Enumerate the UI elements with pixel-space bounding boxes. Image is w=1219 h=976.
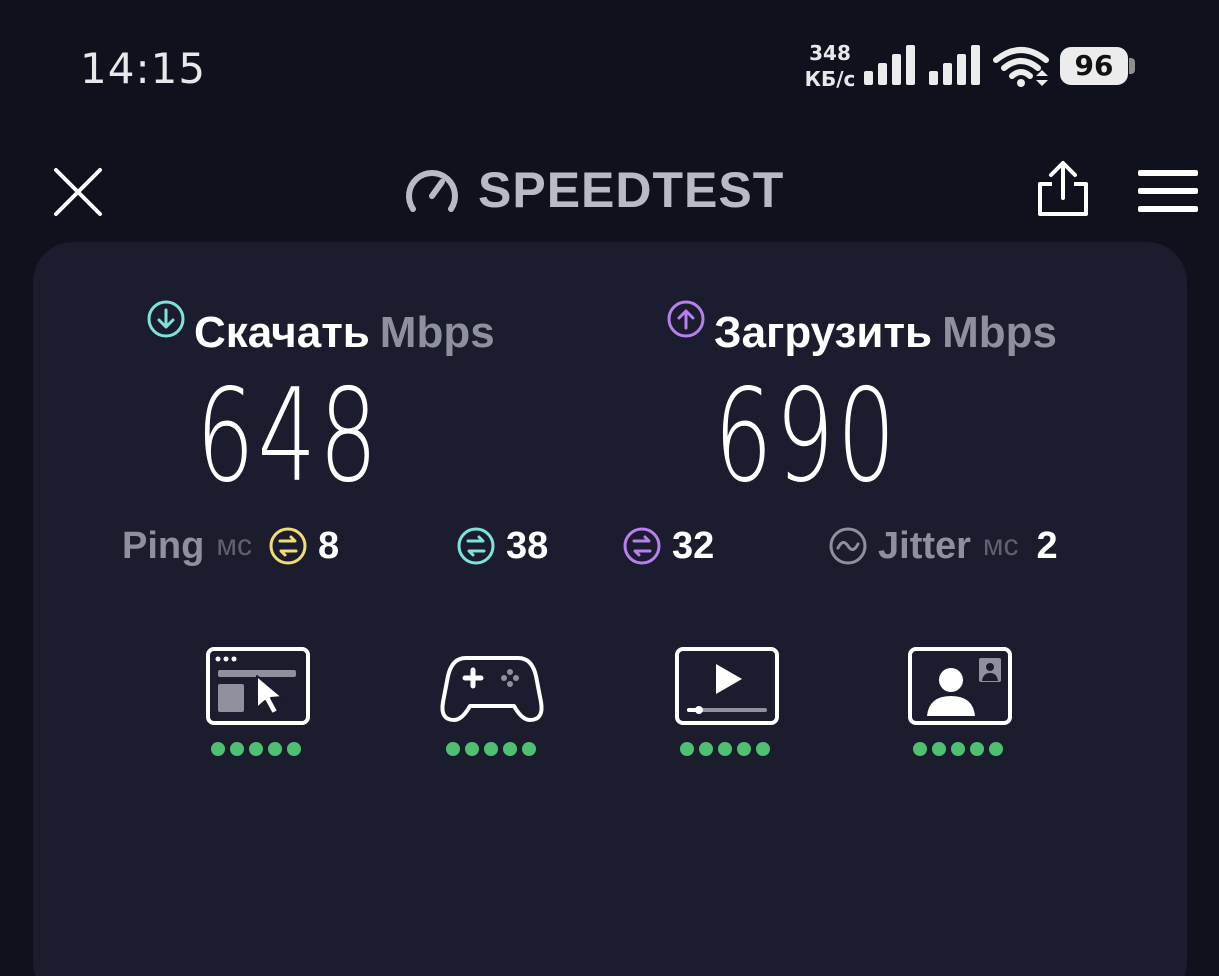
- rating-dot: [230, 742, 244, 756]
- usecase-video-call[interactable]: [907, 646, 1017, 766]
- ping-label: Ping: [122, 524, 205, 567]
- jitter: Jitter мс 2: [812, 524, 1058, 568]
- usecase-web-browsing[interactable]: [205, 646, 315, 766]
- download-unit: Mbps: [379, 308, 495, 357]
- download-label: Скачать: [194, 308, 370, 357]
- network-speed-value: 348: [809, 41, 851, 65]
- battery-tip: [1129, 58, 1135, 74]
- rating-dot: [932, 742, 946, 756]
- rating-dot: [737, 742, 751, 756]
- rating-dot: [522, 742, 536, 756]
- upload-arrow-icon: [667, 300, 705, 338]
- ping-idle: Ping мс 8: [122, 524, 339, 568]
- ping-download-icon: [457, 527, 495, 565]
- cell-signal-icon: [864, 45, 915, 85]
- rating-dot: [465, 742, 479, 756]
- ping-download: 38: [440, 524, 548, 568]
- web-browsing-icon: [206, 647, 310, 725]
- rating-dot: [913, 742, 927, 756]
- rating-dot: [211, 742, 225, 756]
- rating-dots: [913, 742, 1003, 756]
- speedtest-logo: SPEEDTEST: [404, 160, 784, 220]
- status-time: 14:15: [80, 44, 207, 93]
- upload-label: Загрузить: [714, 308, 933, 357]
- download-speed-value: 648: [196, 362, 381, 511]
- ping-upload-icon: [623, 527, 661, 565]
- rating-dot: [249, 742, 263, 756]
- rating-dot: [718, 742, 732, 756]
- gamepad-icon: [440, 656, 544, 722]
- ping-upload: 32: [606, 524, 714, 568]
- ping-idle-icon: [269, 527, 307, 565]
- ping-unit: мс: [216, 529, 252, 562]
- rating-dot: [446, 742, 460, 756]
- usecase-video-streaming[interactable]: [674, 646, 784, 766]
- menu-icon[interactable]: [1136, 168, 1200, 214]
- upload-header: Загрузить Mbps: [666, 300, 1057, 358]
- status-bar: 14:15 348 КБ/с 96: [0, 0, 1219, 130]
- download-header: Скачать Mbps: [146, 300, 495, 358]
- rating-dot: [699, 742, 713, 756]
- rating-dots: [211, 742, 301, 756]
- ping-upload-value: 32: [672, 524, 715, 567]
- rating-dot: [287, 742, 301, 756]
- wifi-icon: [993, 47, 1049, 87]
- jitter-label: Jitter: [878, 524, 971, 567]
- share-icon[interactable]: [1034, 160, 1092, 218]
- rating-dot: [680, 742, 694, 756]
- download-arrow-icon: [147, 300, 185, 338]
- rating-dot: [756, 742, 770, 756]
- close-icon[interactable]: [50, 164, 106, 220]
- rating-dot: [484, 742, 498, 756]
- speedtest-screen: 14:15 348 КБ/с 96 SPEEDTEST Скачать Mbps…: [0, 0, 1219, 976]
- jitter-value: 2: [1036, 524, 1058, 567]
- rating-dot: [503, 742, 517, 756]
- video-streaming-icon: [675, 647, 779, 725]
- jitter-wave-icon: [829, 527, 867, 565]
- ping-download-value: 38: [506, 524, 549, 567]
- rating-dot: [970, 742, 984, 756]
- usecase-gaming[interactable]: [440, 646, 550, 766]
- video-call-icon: [908, 647, 1012, 725]
- rating-dots: [680, 742, 770, 756]
- upload-unit: Mbps: [942, 308, 1057, 357]
- network-speed: 348 КБ/с: [800, 40, 860, 92]
- battery-indicator: 96: [1060, 47, 1128, 85]
- rating-dot: [951, 742, 965, 756]
- rating-dot: [989, 742, 1003, 756]
- app-title: SPEEDTEST: [478, 162, 785, 218]
- rating-dot: [268, 742, 282, 756]
- jitter-unit: мс: [982, 529, 1019, 562]
- upload-speed-value: 690: [714, 362, 899, 511]
- ping-idle-value: 8: [317, 524, 340, 567]
- speedometer-icon: [406, 170, 458, 212]
- cell-signal-2-icon: [929, 45, 980, 85]
- rating-dots: [446, 742, 536, 756]
- network-speed-unit: КБ/с: [804, 67, 856, 91]
